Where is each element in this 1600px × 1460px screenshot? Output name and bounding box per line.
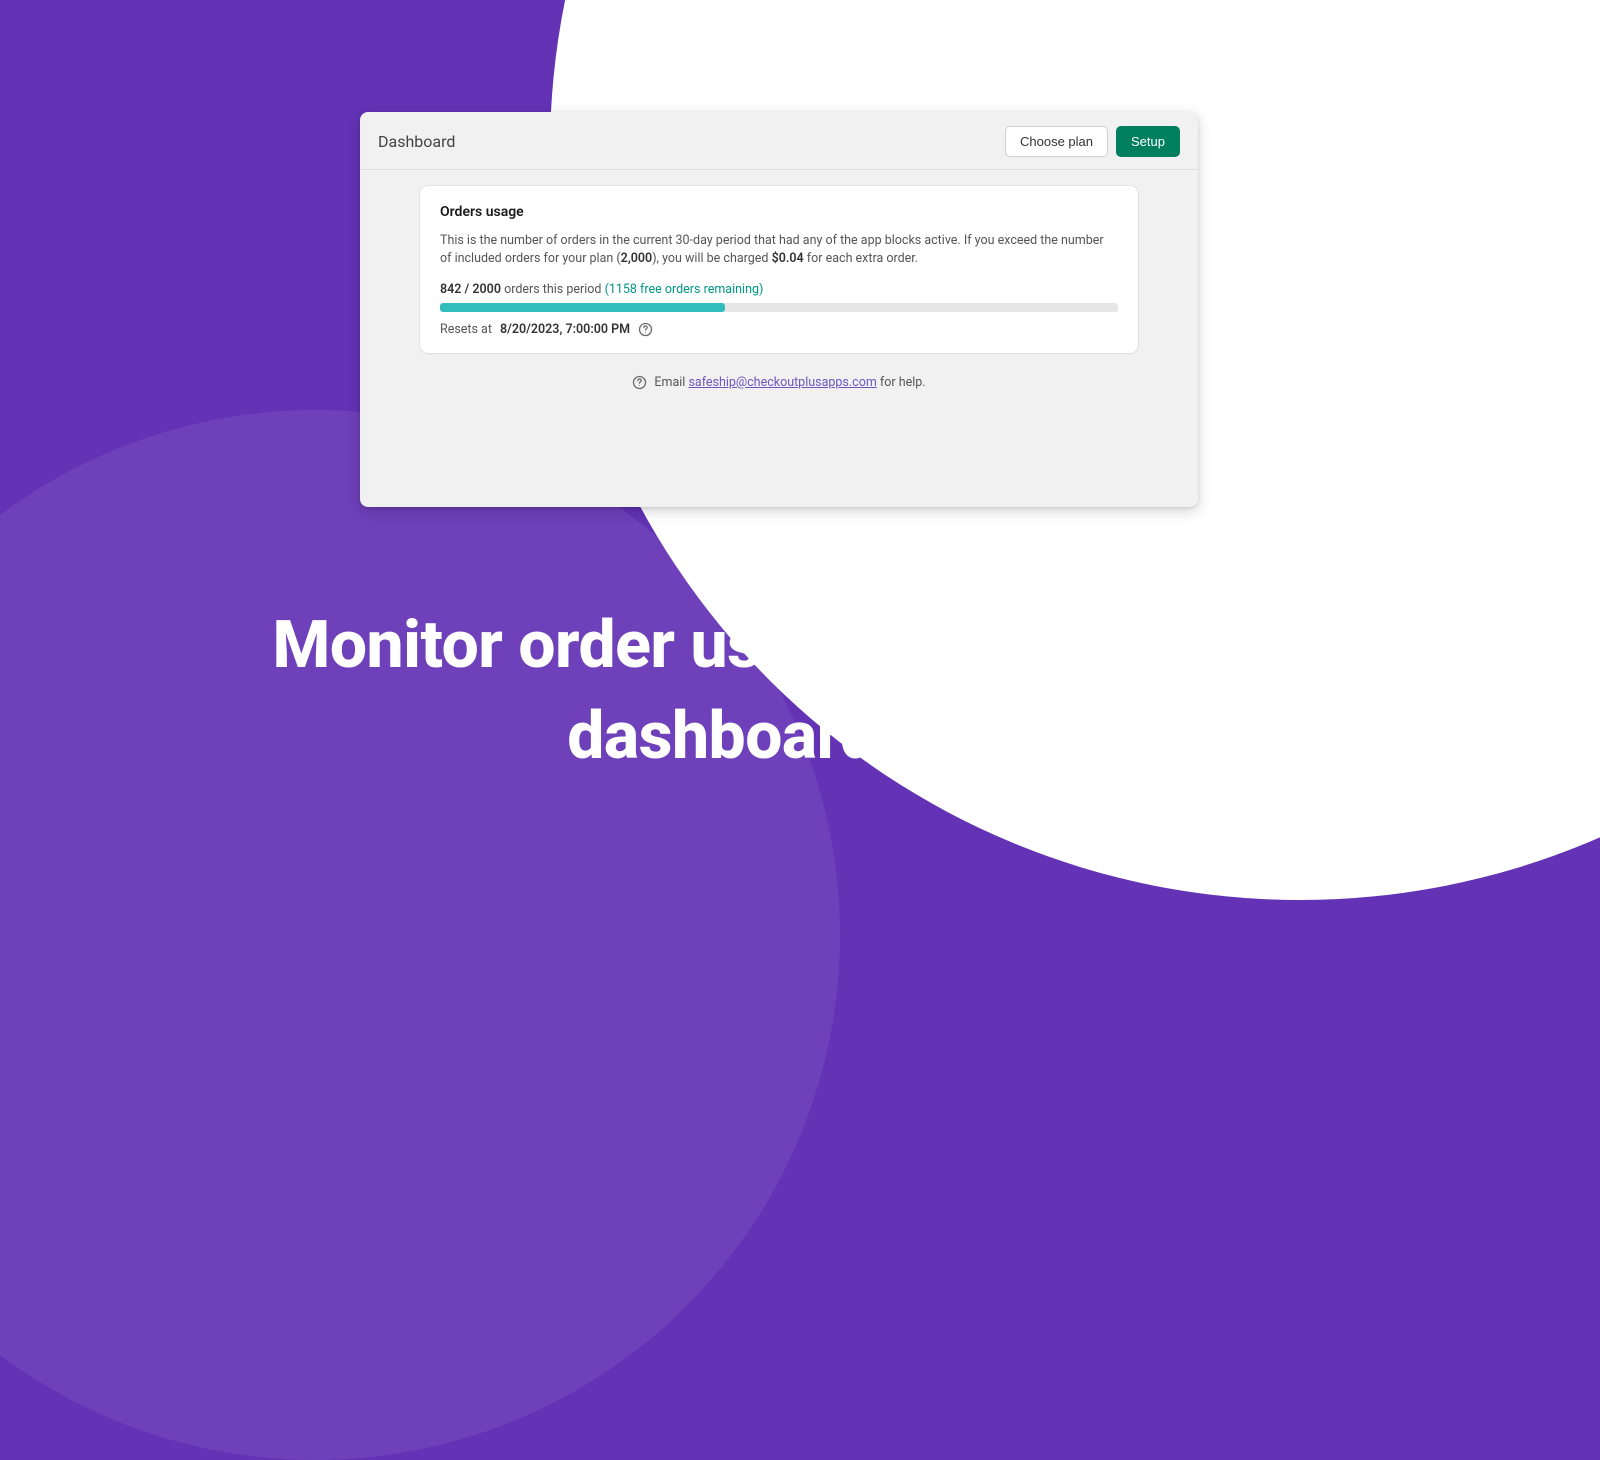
help-email-suffix: for help.	[877, 375, 926, 390]
desc-text-3: for each extra order.	[804, 251, 918, 266]
dashboard-header: Dashboard Choose plan Setup	[360, 112, 1198, 170]
desc-text-2: ), you will be charged	[652, 251, 771, 266]
reset-info: Resets at 8/20/2023, 7:00:00 PM	[440, 322, 1118, 337]
choose-plan-button[interactable]: Choose plan	[1005, 126, 1108, 157]
help-icon	[632, 375, 647, 390]
usage-progress-fill	[440, 303, 725, 312]
marketing-caption: Monitor order usage in the app dashboard	[247, 600, 1197, 782]
dashboard-actions: Choose plan Setup	[1005, 126, 1180, 157]
setup-button[interactable]: Setup	[1116, 126, 1180, 157]
help-email-prefix: Email	[654, 375, 688, 390]
card-description: This is the number of orders in the curr…	[440, 232, 1118, 268]
plan-included-orders: 2,000	[621, 251, 653, 266]
orders-usage-card: Orders usage This is the number of order…	[420, 186, 1138, 353]
help-email-line: Email safeship@checkoutplusapps.com for …	[360, 375, 1198, 390]
usage-progress-bar	[440, 303, 1118, 312]
reset-timestamp: 8/20/2023, 7:00:00 PM	[500, 322, 630, 337]
reset-prefix: Resets at	[440, 322, 492, 337]
card-title: Orders usage	[440, 204, 1118, 220]
help-icon[interactable]	[638, 322, 653, 337]
usage-count: 842 / 2000	[440, 282, 501, 297]
help-email-link[interactable]: safeship@checkoutplusapps.com	[688, 375, 876, 390]
remaining-orders: (1158 free orders remaining)	[605, 282, 764, 297]
usage-period-label: orders this period	[501, 282, 605, 297]
usage-summary: 842 / 2000 orders this period (1158 free…	[440, 282, 1118, 297]
extra-order-cost: $0.04	[772, 251, 804, 266]
dashboard-panel: Dashboard Choose plan Setup Orders usage…	[360, 112, 1198, 507]
page-title: Dashboard	[378, 132, 455, 151]
